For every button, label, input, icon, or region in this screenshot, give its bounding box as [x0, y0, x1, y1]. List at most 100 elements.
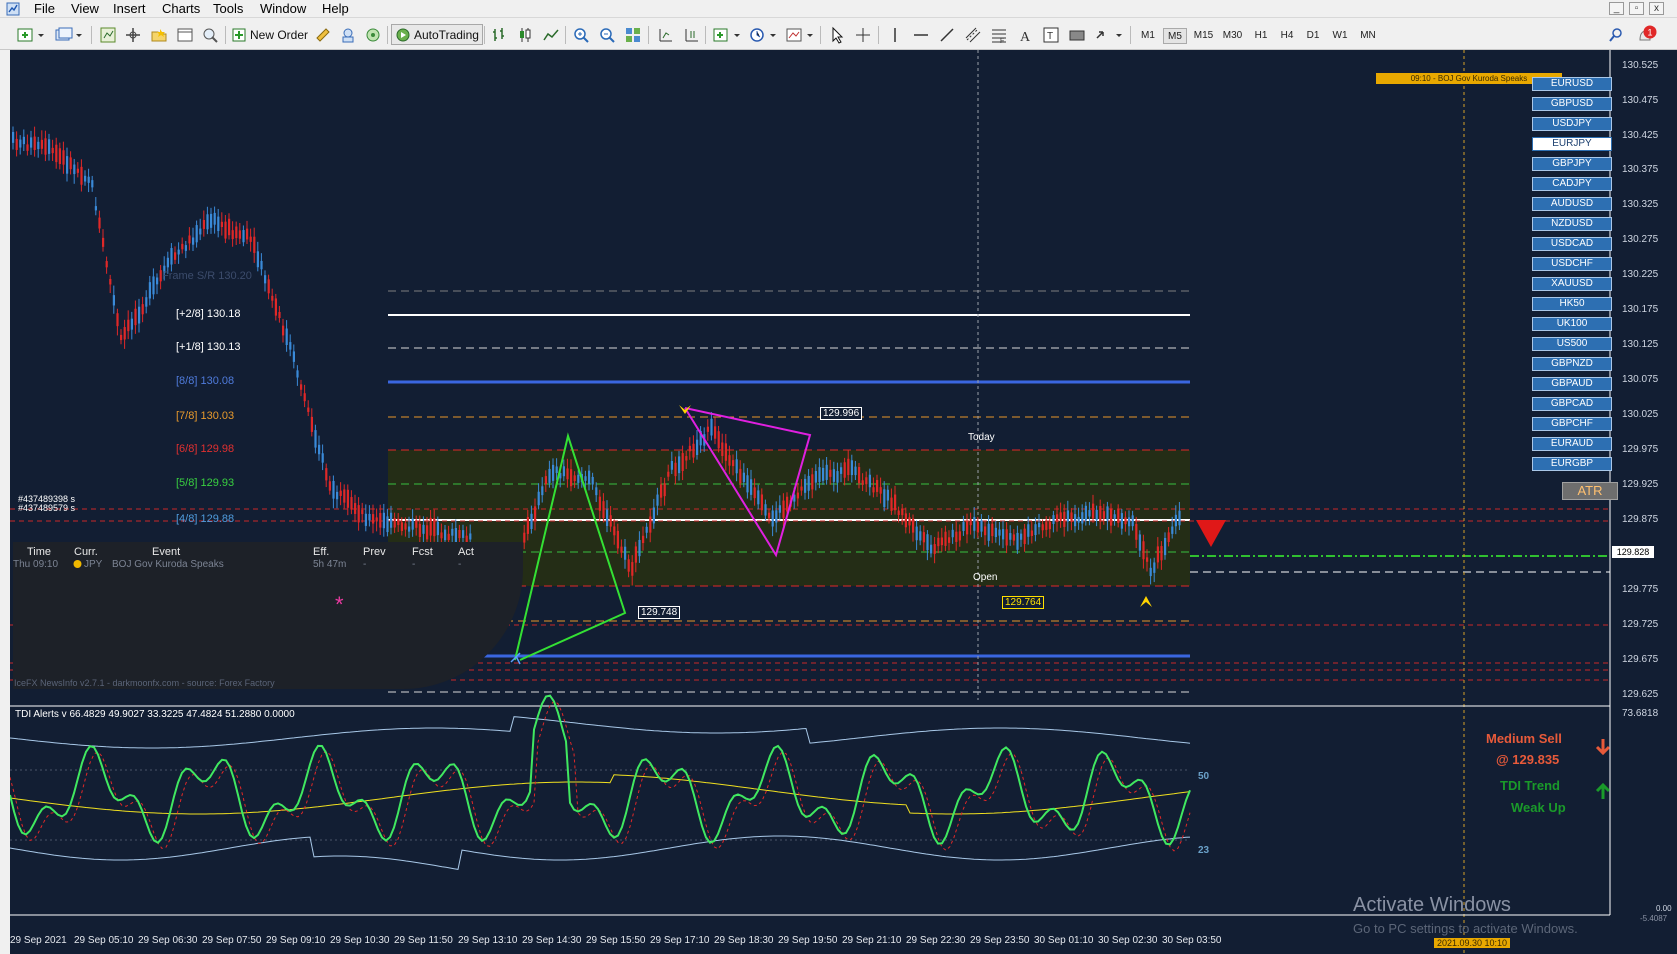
menu-window[interactable]: Window [260, 1, 306, 16]
symbol-button-xauusd[interactable]: XAUUSD [1532, 277, 1612, 291]
autotrading-button[interactable]: AutoTrading [391, 24, 483, 45]
symbol-button-hk50[interactable]: HK50 [1532, 297, 1612, 311]
terminal-icon[interactable] [176, 24, 194, 45]
candle-body [94, 206, 97, 211]
menu-insert[interactable]: Insert [113, 1, 146, 16]
menu-tools[interactable]: Tools [213, 1, 243, 16]
restore-button[interactable]: ▫ [1629, 2, 1644, 15]
chart-window[interactable]: Frame S/R 130.20 [+2/8] 130.18 [+1/8] 130… [10, 50, 1677, 954]
zoom-out-icon[interactable] [598, 24, 616, 45]
navigator-icon[interactable] [150, 24, 168, 45]
timeframe-m1[interactable]: M1 [1137, 28, 1159, 44]
symbol-button-uk100[interactable]: UK100 [1532, 317, 1612, 331]
candle-body [1023, 528, 1026, 545]
time-tick-label: 29 Sep 2021 [10, 935, 67, 946]
fibonacci-icon[interactable]: F [990, 24, 1008, 45]
experts-icon[interactable] [339, 24, 357, 45]
timeframe-w1[interactable]: W1 [1328, 28, 1352, 44]
timeframe-m5[interactable]: M5 [1163, 28, 1187, 44]
price-tick-label: 130.025 [1622, 409, 1659, 420]
bar-chart-icon[interactable] [490, 24, 508, 45]
crosshair-icon[interactable] [854, 24, 872, 45]
menu-charts[interactable]: Charts [162, 1, 200, 16]
symbol-button-gbpnzd[interactable]: GBPNZD [1532, 357, 1612, 371]
autoscroll-icon[interactable] [682, 24, 700, 45]
notifications-icon[interactable]: 1 [1636, 24, 1658, 45]
text-icon[interactable]: A [1016, 24, 1034, 45]
candle-body [184, 245, 187, 251]
timeframe-h4[interactable]: H4 [1276, 28, 1298, 44]
symbol-button-eurjpy[interactable]: EURJPY [1532, 137, 1612, 151]
new-chart-button[interactable] [16, 24, 46, 45]
candle-body [156, 277, 159, 285]
vertical-line-icon[interactable] [886, 24, 904, 45]
indicators-icon[interactable] [712, 24, 744, 45]
candle-body [850, 460, 853, 476]
symbol-button-gbpjpy[interactable]: GBPJPY [1532, 157, 1612, 171]
news-row-fcst: - [412, 559, 416, 570]
symbol-button-usdcad[interactable]: USDCAD [1532, 237, 1612, 251]
symbol-button-nzdusd[interactable]: NZDUSD [1532, 217, 1612, 231]
symbol-button-gbpaud[interactable]: GBPAUD [1532, 377, 1612, 391]
candle-body [818, 467, 821, 483]
candle-body [746, 475, 749, 493]
arrows-icon[interactable] [1094, 24, 1126, 45]
symbol-button-audusd[interactable]: AUDUSD [1532, 197, 1612, 211]
symbol-button-eurgbp[interactable]: EURGBP [1532, 457, 1612, 471]
data-window-icon[interactable] [124, 24, 142, 45]
chart-shift-icon[interactable] [656, 24, 674, 45]
candle-body [955, 531, 958, 542]
candle-body [1113, 514, 1116, 519]
candle-body [76, 168, 79, 173]
symbol-button-gbpchf[interactable]: GBPCHF [1532, 417, 1612, 431]
strategy-tester-icon[interactable] [201, 24, 219, 45]
timeframe-m15[interactable]: M15 [1190, 28, 1217, 44]
close-window-button[interactable]: x [1649, 2, 1664, 15]
timeframe-h1[interactable]: H1 [1250, 28, 1272, 44]
rectangle-icon[interactable] [1068, 24, 1086, 45]
symbol-button-gbpcad[interactable]: GBPCAD [1532, 397, 1612, 411]
symbol-button-euraud[interactable]: EURAUD [1532, 437, 1612, 451]
symbol-button-usdchf[interactable]: USDCHF [1532, 257, 1612, 271]
price-chart[interactable] [10, 50, 1677, 954]
zoom-in-icon[interactable] [572, 24, 590, 45]
symbol-button-usdjpy[interactable]: USDJPY [1532, 117, 1612, 131]
candlestick-icon[interactable] [516, 24, 534, 45]
symbol-button-cadjpy[interactable]: CADJPY [1532, 177, 1612, 191]
minimize-button[interactable]: _ [1609, 2, 1624, 15]
candle-body [1056, 514, 1059, 522]
symbol-button-gbpusd[interactable]: GBPUSD [1532, 97, 1612, 111]
candle-body [98, 217, 101, 229]
candle-body [1012, 534, 1015, 541]
equidistant-channel-icon[interactable] [964, 24, 982, 45]
menu-help[interactable]: Help [322, 1, 349, 16]
market-watch-icon[interactable] [99, 24, 117, 45]
trend-line1: TDI Trend [1500, 778, 1560, 793]
signals-icon[interactable] [364, 24, 382, 45]
candle-body [418, 523, 421, 538]
horizontal-line-icon[interactable] [912, 24, 930, 45]
line-chart-icon[interactable] [542, 24, 560, 45]
price-tick-label: 129.875 [1622, 514, 1659, 525]
tile-windows-icon[interactable] [624, 24, 642, 45]
text-label-icon[interactable]: T [1042, 24, 1060, 45]
search-icon[interactable] [1608, 24, 1624, 45]
profiles-button[interactable] [54, 24, 84, 45]
symbol-button-eurusd[interactable]: EURUSD [1532, 77, 1612, 91]
time-tick-label: 29 Sep 13:10 [458, 935, 518, 946]
atr-button[interactable]: ATR [1562, 482, 1618, 500]
periods-icon[interactable] [748, 24, 780, 45]
menu-file[interactable]: File [34, 1, 55, 16]
trendline-icon[interactable] [938, 24, 956, 45]
menu-view[interactable]: View [71, 1, 99, 16]
metaeditor-icon[interactable] [314, 24, 332, 45]
timeframe-mn[interactable]: MN [1356, 28, 1380, 44]
cursor-icon[interactable] [828, 24, 846, 45]
new-order-button[interactable]: New Order [231, 24, 308, 45]
timeframe-m30[interactable]: M30 [1219, 28, 1246, 44]
symbol-button-us500[interactable]: US500 [1532, 337, 1612, 351]
templates-icon[interactable] [785, 24, 817, 45]
candle-body [710, 418, 713, 436]
timeframe-d1[interactable]: D1 [1302, 28, 1324, 44]
candle-body [901, 509, 904, 516]
